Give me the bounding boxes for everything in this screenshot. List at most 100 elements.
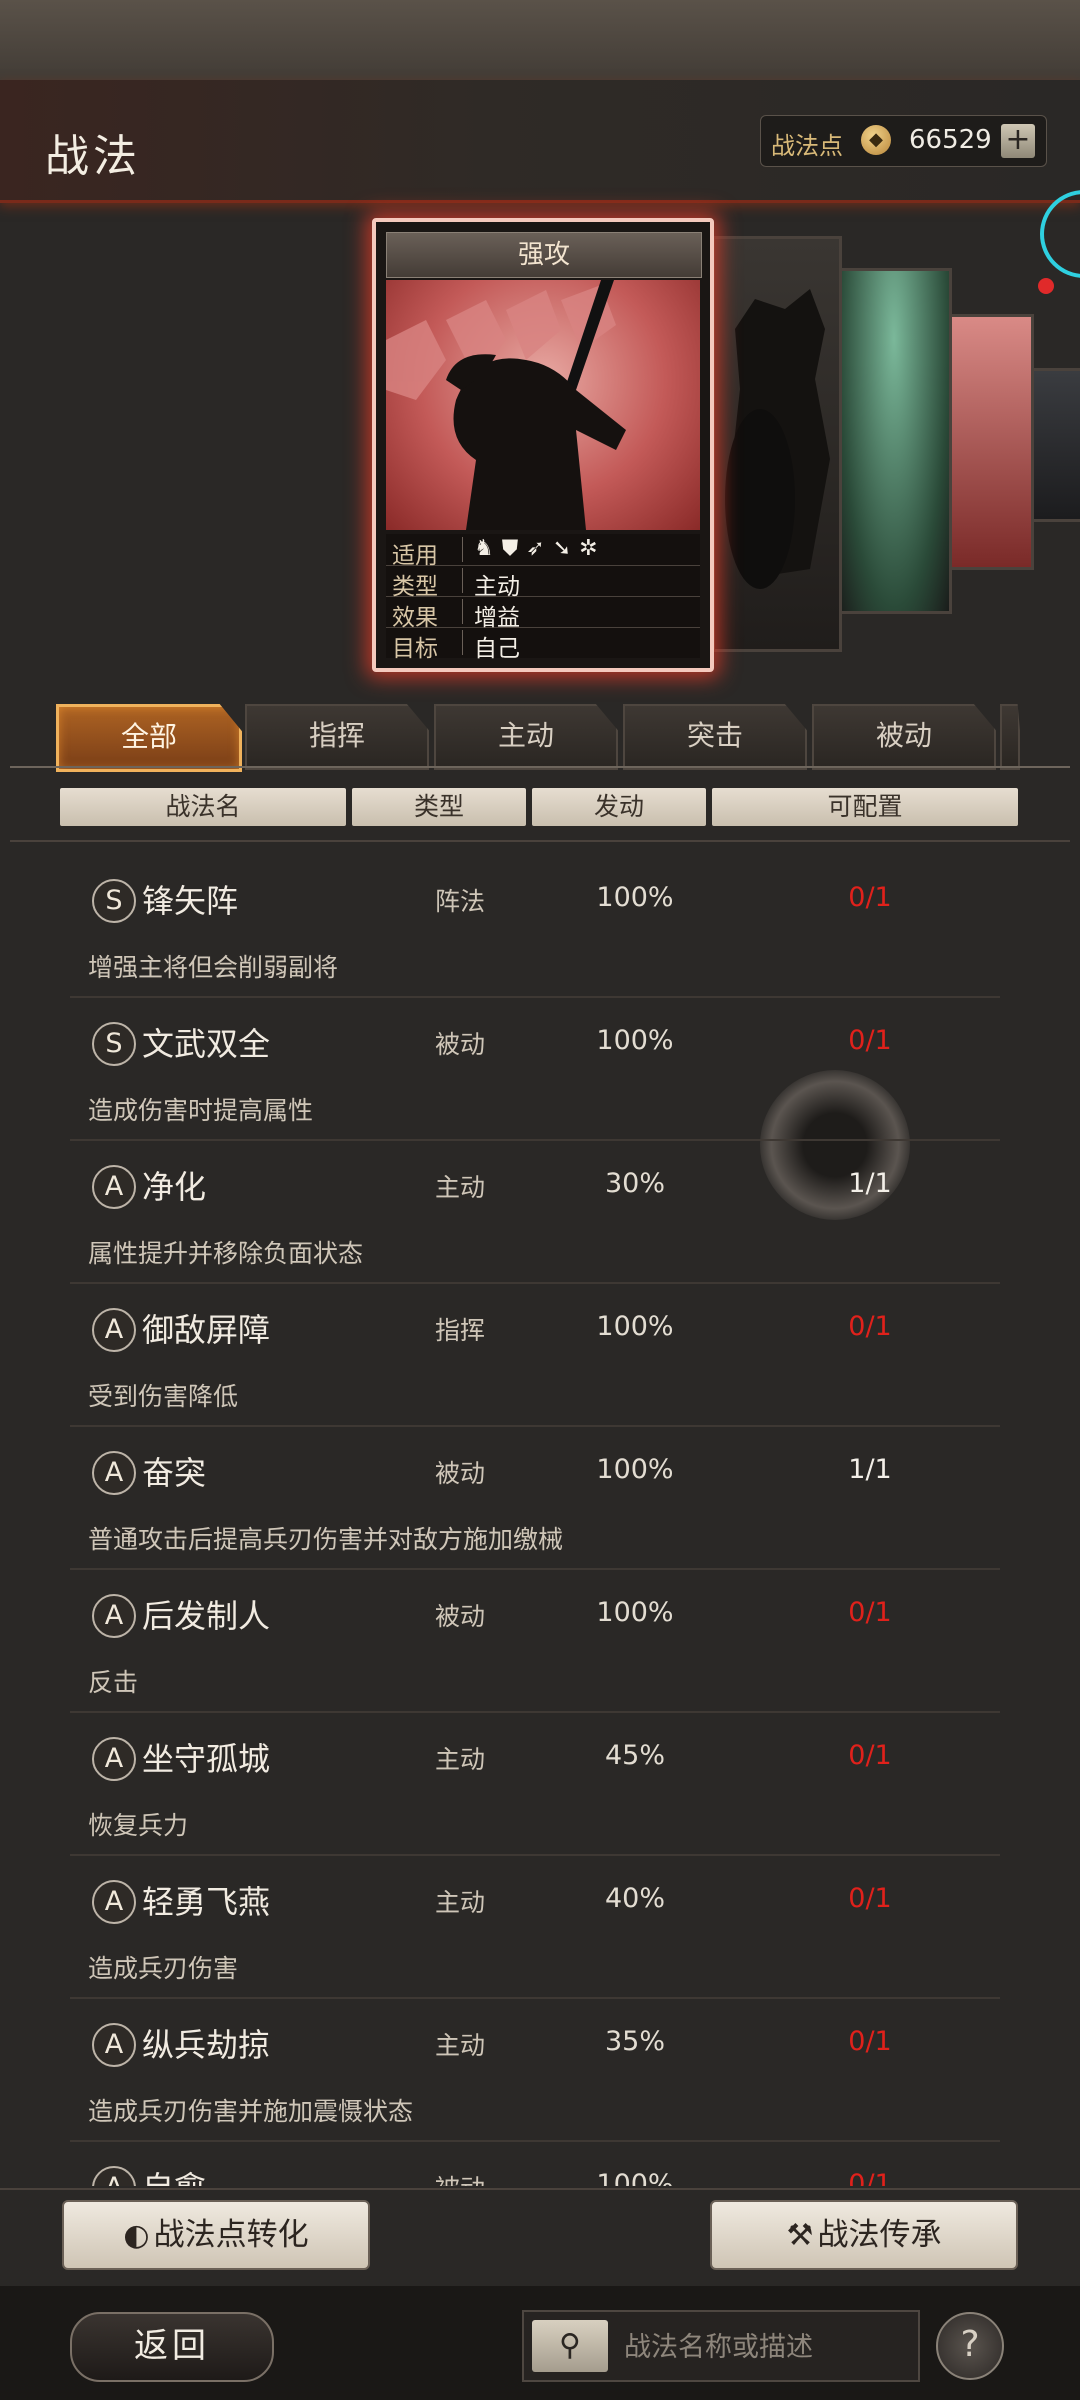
- info-label-target: 目标: [392, 636, 438, 662]
- skill-rate: 100%: [596, 1025, 674, 1056]
- spear-icon: ➘: [552, 536, 580, 561]
- skill-description: 属性提升并移除负面状态: [88, 1239, 364, 1268]
- grade-badge: A: [92, 1880, 136, 1924]
- skill-name: 自愈: [142, 2163, 206, 2186]
- help-button[interactable]: ?: [936, 2312, 1004, 2380]
- column-header-type[interactable]: 类型: [352, 788, 526, 826]
- skill-description: 恢复兵力: [88, 1811, 189, 1840]
- skill-rate: 100%: [596, 1311, 674, 1342]
- skill-name: 文武双全: [142, 1025, 271, 1063]
- skill-slots: 0/1: [848, 882, 892, 913]
- skill-row[interactable]: S 锋矢阵 阵法 100% 0/1 增强主将但会削弱副将: [70, 856, 1000, 998]
- skill-points-label: 战法点: [771, 132, 843, 160]
- card-info-panel: 适用 ♞⛊➶➘✲ 类型 主动 效果 增益 目标 自己: [386, 534, 700, 662]
- skill-slots: 1/1: [848, 1168, 892, 1199]
- back-button[interactable]: 返回: [70, 2312, 274, 2382]
- skill-rate: 45%: [604, 1740, 665, 1771]
- search-button[interactable]: ⚲: [532, 2320, 608, 2372]
- skill-list[interactable]: S 锋矢阵 阵法 100% 0/1 增强主将但会削弱副将 S 文武双全 被动 1…: [0, 856, 1080, 2186]
- inherit-skill-button[interactable]: ⚒ 战法传承: [710, 2200, 1018, 2270]
- card-info-row: 效果 增益: [386, 596, 700, 631]
- skill-row[interactable]: S 文武双全 被动 100% 0/1 造成伤害时提高属性: [70, 999, 1000, 1141]
- card-info-row: 适用 ♞⛊➶➘✲: [386, 534, 700, 569]
- troop-type-icons: ♞⛊➶➘✲: [474, 536, 606, 561]
- grade-badge: S: [92, 879, 136, 923]
- grade-badge: S: [92, 1022, 136, 1066]
- bow-icon: ➶: [526, 536, 553, 561]
- skill-points-value: 66529: [909, 125, 992, 155]
- skill-row[interactable]: A 净化 主动 30% 1/1 属性提升并移除负面状态: [70, 1142, 1000, 1284]
- skill-type: 主动: [434, 1745, 485, 1774]
- top-decoration: [0, 0, 1080, 80]
- skill-name: 轻勇飞燕: [142, 1883, 271, 1921]
- skill-row[interactable]: A 自愈 被动 100% 0/1: [70, 2143, 1000, 2186]
- skill-slots: 0/1: [848, 1025, 892, 1056]
- wheel-icon: ✲: [579, 536, 606, 561]
- grade-badge: A: [92, 2166, 136, 2186]
- tab-passive[interactable]: 被动: [812, 704, 996, 770]
- skill-rate: 30%: [604, 1168, 665, 1199]
- tab-command[interactable]: 指挥: [245, 704, 429, 770]
- skill-type: 主动: [434, 2031, 485, 2060]
- search-input[interactable]: [622, 2320, 912, 2374]
- skill-slots: 0/1: [848, 1597, 892, 1628]
- skill-slots: 1/1: [848, 1454, 892, 1485]
- skill-type: 主动: [434, 1888, 485, 1917]
- search-icon: ⚲: [559, 2328, 581, 2363]
- skill-description: 普通攻击后提高兵刃伤害并对敌方施加缴械: [88, 1525, 564, 1554]
- divider: [10, 840, 1070, 842]
- tab-all[interactable]: 全部: [56, 704, 242, 772]
- action-bar: ◐ 战法点转化 ⚒ 战法传承: [0, 2188, 1080, 2286]
- side-panel-toggle-icon[interactable]: [1040, 190, 1080, 278]
- footer-bar: 返回 ⚲ ?: [0, 2286, 1080, 2400]
- skill-rate: 100%: [596, 882, 674, 913]
- grade-badge: A: [92, 2023, 136, 2067]
- tab-assault[interactable]: 突击: [623, 704, 807, 770]
- skill-description: 反击: [88, 1668, 139, 1697]
- skill-rate: 100%: [596, 1597, 674, 1628]
- page-title: 战法: [45, 131, 141, 182]
- skill-card-preview[interactable]: [1028, 368, 1080, 522]
- skill-row[interactable]: A 纵兵劫掠 主动 35% 0/1 造成兵刃伤害并施加震慑状态: [70, 2000, 1000, 2142]
- notification-dot: [1038, 278, 1054, 294]
- skill-slots: 0/1: [848, 1740, 892, 1771]
- skill-rate: 100%: [596, 2169, 674, 2186]
- skill-row[interactable]: A 后发制人 被动 100% 0/1 反击: [70, 1571, 1000, 1713]
- skill-row[interactable]: A 奋突 被动 100% 1/1 普通攻击后提高兵刃伤害并对敌方施加缴械: [70, 1428, 1000, 1570]
- skill-card-preview[interactable]: [836, 268, 952, 614]
- grade-badge: A: [92, 1165, 136, 1209]
- skill-card-preview[interactable]: [946, 314, 1034, 570]
- skill-rate: 100%: [596, 1454, 674, 1485]
- skill-name: 坐守孤城: [142, 1740, 271, 1778]
- skill-row[interactable]: A 轻勇飞燕 主动 40% 0/1 造成兵刃伤害: [70, 1857, 1000, 1999]
- skill-point-coin-icon: ◆: [861, 125, 891, 155]
- convert-points-button[interactable]: ◐ 战法点转化: [62, 2200, 370, 2270]
- info-separator: [462, 568, 463, 593]
- divider: [10, 766, 1070, 768]
- inherit-skill-label: 战法传承: [817, 2217, 942, 2253]
- soldier-silhouette: [725, 289, 830, 589]
- add-points-button[interactable]: +: [1001, 124, 1035, 158]
- column-header-slots[interactable]: 可配置: [712, 788, 1018, 826]
- warrior-silhouette: [386, 280, 626, 530]
- card-info-row: 目标 自己: [386, 627, 700, 662]
- skill-row[interactable]: A 御敌屏障 指挥 100% 0/1 受到伤害降低: [70, 1285, 1000, 1427]
- skill-type: 主动: [434, 1173, 485, 1202]
- skill-row[interactable]: A 坐守孤城 主动 45% 0/1 恢复兵力: [70, 1714, 1000, 1856]
- skill-description: 造成伤害时提高属性: [88, 1096, 314, 1125]
- tab-more[interactable]: [1000, 704, 1020, 770]
- card-artwork: [386, 280, 700, 530]
- skill-slots: 0/1: [848, 2169, 892, 2186]
- card-skill-name: 强攻: [386, 232, 702, 278]
- skill-type: 阵法: [434, 887, 485, 916]
- column-header-rate[interactable]: 发动: [532, 788, 706, 826]
- info-separator: [462, 537, 463, 562]
- skill-description: 造成兵刃伤害: [88, 1954, 239, 1983]
- column-header-name[interactable]: 战法名: [60, 788, 346, 826]
- tab-active[interactable]: 主动: [434, 704, 618, 770]
- skill-type: 指挥: [434, 1316, 485, 1345]
- skill-slots: 0/1: [848, 1883, 892, 1914]
- skill-slots: 0/1: [848, 1311, 892, 1342]
- selected-skill-card[interactable]: 强攻 适用 ♞⛊➶➘✲ 类型 主动 效果 增益 目标 自己: [372, 218, 714, 672]
- skill-card-preview[interactable]: [712, 236, 842, 652]
